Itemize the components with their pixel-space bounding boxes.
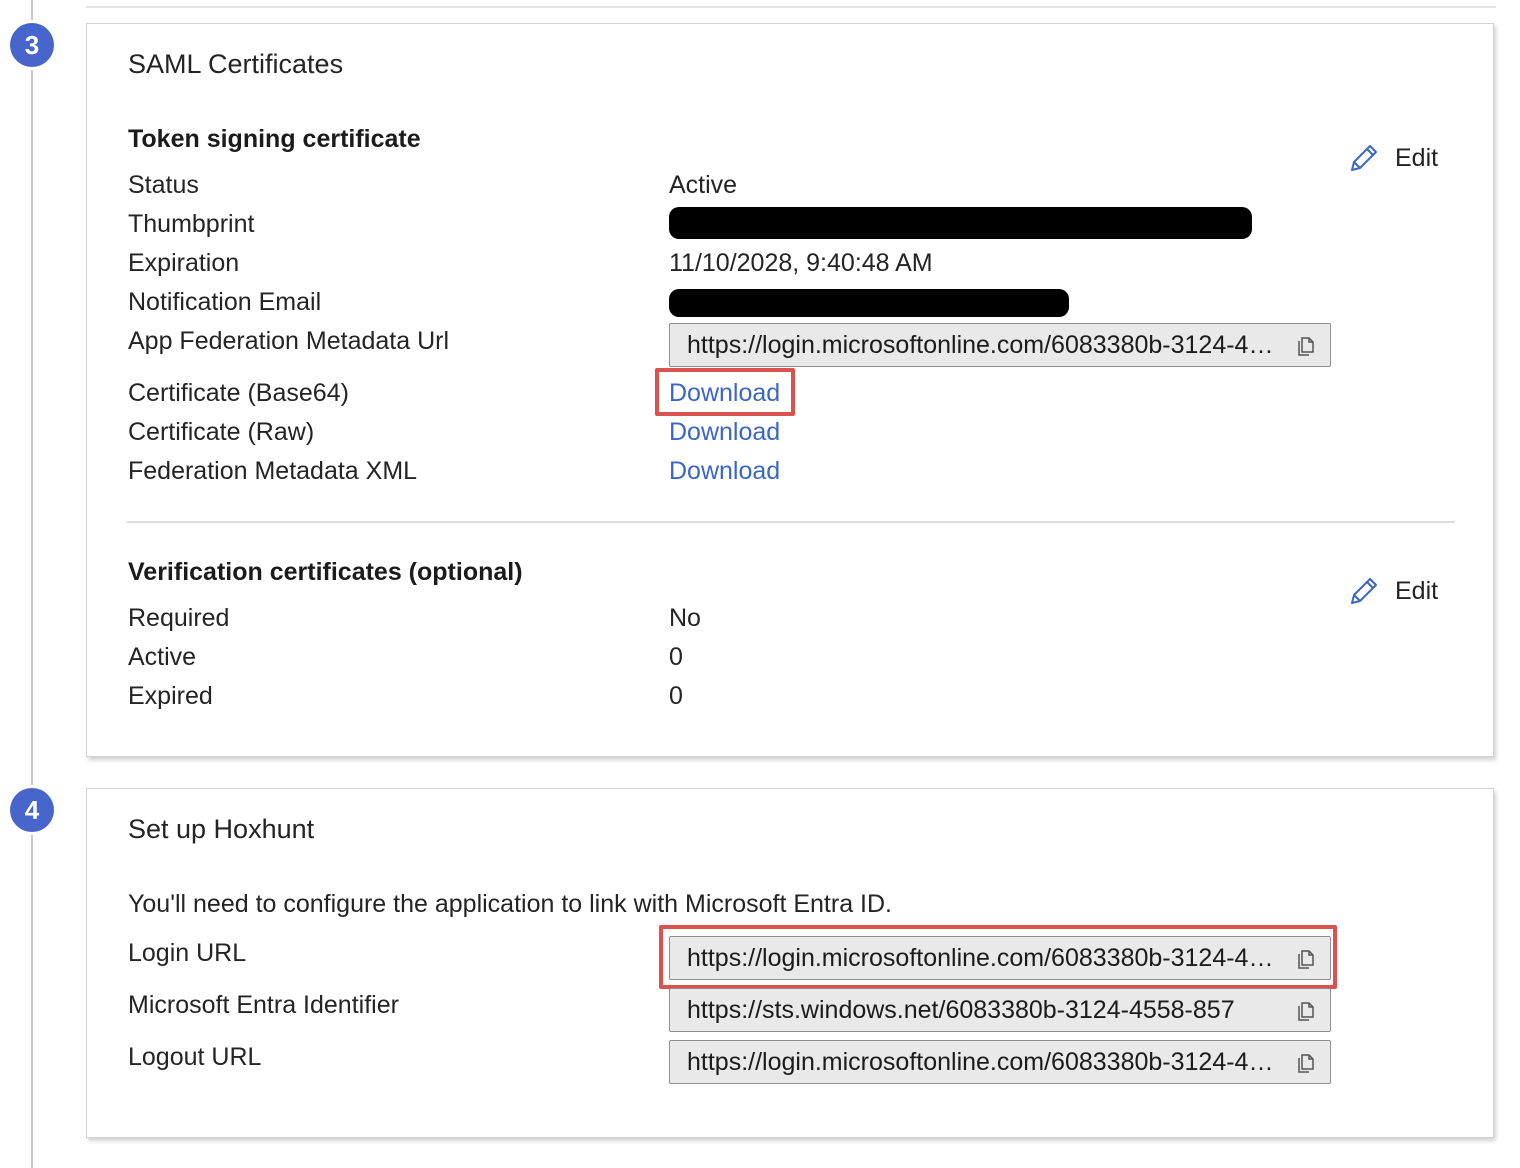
status-value: Active: [669, 171, 738, 199]
logout-url-value: https://login.microsoftonline.com/608338…: [687, 1048, 1283, 1076]
metadata-url-field[interactable]: https://login.microsoftonline.com/608338…: [669, 323, 1331, 367]
entra-identifier-label: Microsoft Entra Identifier: [128, 991, 399, 1019]
verification-edit-button[interactable]: Edit: [1347, 574, 1438, 608]
copy-icon[interactable]: [1294, 334, 1318, 358]
required-value: No: [669, 604, 701, 632]
required-label: Required: [128, 604, 230, 632]
copy-icon[interactable]: [1294, 1051, 1318, 1075]
saml-certificates-card: SAML Certificates Token signing certific…: [86, 23, 1494, 757]
card-title: SAML Certificates: [128, 49, 344, 79]
status-label: Status: [128, 171, 199, 199]
setup-hoxhunt-card: Set up Hoxhunt You'll need to configure …: [86, 788, 1494, 1138]
logout-url-label: Logout URL: [128, 1043, 262, 1071]
active-label: Active: [128, 643, 197, 671]
previous-card-edge: [86, 0, 1496, 8]
expired-label: Expired: [128, 682, 213, 710]
edit-label: Edit: [1395, 576, 1439, 605]
pencil-icon: [1351, 145, 1377, 171]
entra-identifier-field[interactable]: https://sts.windows.net/6083380b-3124-45…: [669, 988, 1331, 1032]
step-badge-4: 4: [10, 788, 54, 832]
step-connector-line: [31, 0, 33, 1168]
expiration-value: 11/10/2028, 9:40:48 AM: [669, 249, 933, 277]
card-title: Set up Hoxhunt: [128, 814, 315, 844]
setup-description: You'll need to configure the application…: [128, 890, 892, 918]
metadata-url-value: https://login.microsoftonline.com/608338…: [687, 331, 1283, 359]
token-edit-button[interactable]: Edit: [1347, 141, 1438, 175]
copy-icon[interactable]: [1294, 999, 1318, 1023]
step-badge-3: 3: [10, 23, 54, 67]
expiration-label: Expiration: [128, 249, 240, 277]
notification-email-redacted: [669, 289, 1069, 317]
fed-xml-download-link[interactable]: Download: [669, 457, 780, 486]
fed-xml-label: Federation Metadata XML: [128, 457, 418, 485]
metadata-url-label: App Federation Metadata Url: [128, 327, 450, 355]
cert-raw-download-link[interactable]: Download: [669, 418, 780, 447]
active-value: 0: [669, 643, 683, 671]
pencil-icon: [1351, 578, 1377, 604]
expired-value: 0: [669, 682, 683, 710]
cert-raw-label: Certificate (Raw): [128, 418, 315, 446]
login-url-label: Login URL: [128, 939, 247, 967]
verification-heading: Verification certificates (optional): [128, 558, 523, 586]
highlight-box-download: [655, 368, 795, 416]
notification-email-label: Notification Email: [128, 288, 322, 316]
entra-identifier-value: https://sts.windows.net/6083380b-3124-45…: [687, 996, 1235, 1024]
section-divider: [127, 521, 1455, 523]
token-signing-heading: Token signing certificate: [128, 125, 421, 153]
edit-label: Edit: [1395, 143, 1439, 172]
highlight-box-login-url: [659, 925, 1337, 989]
thumbprint-label: Thumbprint: [128, 210, 255, 238]
thumbprint-redacted: [669, 207, 1252, 239]
logout-url-field[interactable]: https://login.microsoftonline.com/608338…: [669, 1040, 1331, 1084]
cert-base64-label: Certificate (Base64): [128, 379, 349, 407]
